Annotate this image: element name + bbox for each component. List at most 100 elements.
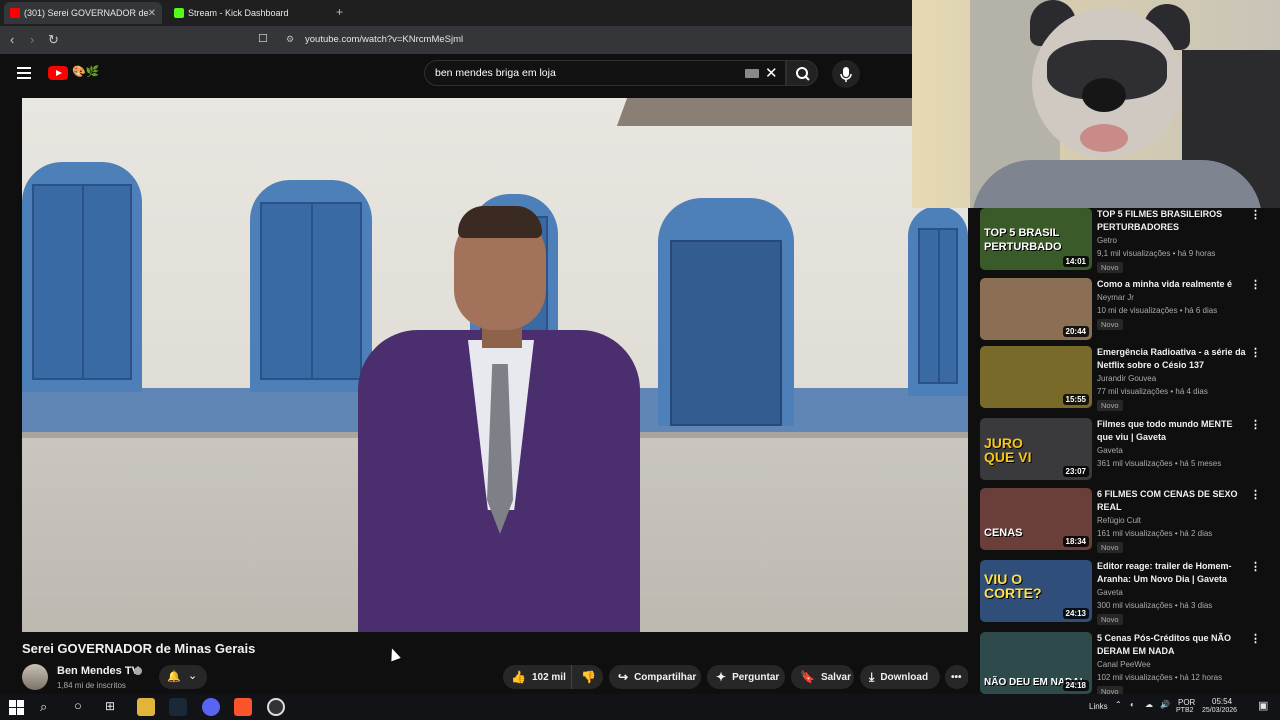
clock-time[interactable]: 05:54 — [1212, 697, 1232, 706]
cortana-icon[interactable]: ○ — [74, 698, 82, 713]
site-info-icon[interactable]: ⚙ — [286, 34, 294, 45]
video-scene-roof — [616, 98, 928, 126]
recommendation-item[interactable]: VIU O CORTE? 24:13 Editor reage: trailer… — [980, 560, 1270, 628]
video-thumbnail[interactable]: 15:55 — [980, 346, 1092, 408]
voice-search-button[interactable] — [832, 60, 860, 88]
channel-name[interactable]: Ben Mendes TV — [57, 665, 139, 677]
more-vert-icon[interactable]: ⋮ — [1250, 208, 1261, 221]
youtube-favicon-icon — [10, 8, 20, 18]
volume-icon[interactable]: 🔊 — [1160, 700, 1170, 709]
network-icon[interactable]: ◐ — [1130, 700, 1135, 709]
more-vert-icon[interactable]: ⋮ — [1250, 418, 1261, 431]
tray-chevron-icon[interactable]: ⌃ — [1115, 700, 1122, 709]
youtube-logo-icon[interactable] — [48, 66, 68, 80]
recommendation-title[interactable]: Editor reage: trailer de Homem-Aranha: U… — [1097, 560, 1247, 586]
more-vert-icon[interactable]: ⋮ — [1250, 278, 1261, 291]
recommendation-channel[interactable]: Refúgio Cult — [1097, 516, 1141, 525]
browser-nav-bar: ‹ › ↻ ☐ ⚙ youtube.com/watch?v=KNrcmMeSjm… — [0, 26, 912, 54]
recommendation-title[interactable]: 5 Cenas Pós-Créditos que NÃO DERAM EM NA… — [1097, 632, 1247, 658]
address-bar[interactable]: youtube.com/watch?v=KNrcmMeSjml — [305, 34, 463, 45]
new-tab-button[interactable]: + — [336, 5, 343, 19]
ask-button[interactable]: ✦ Perguntar — [707, 665, 785, 689]
clear-search-icon[interactable]: ✕ — [765, 64, 778, 82]
close-tab-icon[interactable]: ✕ — [148, 8, 156, 19]
dislike-button[interactable]: 👎 — [571, 665, 603, 689]
save-button[interactable]: 🔖 Salvar — [791, 665, 854, 689]
keyboard-layout[interactable]: PTB2 — [1176, 707, 1194, 714]
discord-icon[interactable] — [202, 698, 220, 716]
video-thumbnail[interactable]: JURO QUE VI 23:07 — [980, 418, 1092, 480]
recommendation-channel[interactable]: Jurandir Gouvea — [1097, 374, 1156, 383]
search-taskbar-icon[interactable]: ⌕ — [40, 699, 47, 715]
recommendation-title[interactable]: 6 FILMES COM CENAS DE SEXO REAL — [1097, 488, 1247, 514]
recommendation-title[interactable]: Emergência Radioativa - a série da Netfl… — [1097, 346, 1247, 372]
more-vert-icon[interactable]: ⋮ — [1250, 346, 1261, 359]
thumbnail-text: VIU O CORTE? — [984, 571, 1042, 601]
recommendation-item[interactable]: CENAS 18:34 6 FILMES COM CENAS DE SEXO R… — [980, 488, 1270, 556]
search-query: ben mendes briga em loja — [435, 67, 556, 79]
back-icon[interactable]: ‹ — [10, 32, 14, 47]
thumbnail-text: TOP 5 BRASIL PERTURBADO — [984, 227, 1062, 253]
obs-icon[interactable] — [267, 698, 285, 716]
share-button[interactable]: ↪ Compartilhar — [609, 665, 701, 689]
webcam-mask-nose — [1082, 78, 1126, 112]
video-thumbnail[interactable]: 20:44 — [980, 278, 1092, 340]
thumbnail-text: CENAS — [984, 527, 1023, 539]
recommendation-title[interactable]: Filmes que todo mundo MENTE que viu | Ga… — [1097, 418, 1247, 444]
video-thumbnail[interactable]: NÃO DEU EM NADA! 24:18 — [980, 632, 1092, 694]
forward-icon[interactable]: › — [30, 32, 34, 47]
video-scene-window — [250, 180, 372, 392]
sparkle-icon: ✦ — [716, 670, 727, 684]
file-explorer-icon[interactable] — [137, 698, 155, 716]
search-button[interactable] — [786, 60, 818, 86]
download-label: Download — [880, 671, 929, 683]
tab-kick[interactable]: Stream - Kick Dashboard — [168, 2, 326, 24]
task-view-icon[interactable]: ⊞ — [105, 699, 115, 713]
channel-avatar[interactable] — [22, 664, 48, 690]
recommendation-item[interactable]: TOP 5 BRASIL PERTURBADO 14:01 TOP 5 FILM… — [980, 208, 1270, 276]
recommendation-title[interactable]: TOP 5 FILMES BRASILEIROS PERTURBADORES — [1097, 208, 1247, 234]
keyboard-icon[interactable] — [745, 69, 759, 78]
subscribed-button[interactable]: 🔔 ⌄ — [159, 665, 207, 689]
language-indicator[interactable]: POR — [1178, 698, 1195, 707]
bookmark-icon[interactable]: ☐ — [258, 32, 268, 45]
steam-icon[interactable] — [169, 698, 187, 716]
brave-browser-icon[interactable] — [234, 698, 252, 716]
notifications-icon[interactable]: ▣ — [1258, 699, 1268, 712]
recommendation-item[interactable]: NÃO DEU EM NADA! 24:18 5 Cenas Pós-Crédi… — [980, 632, 1270, 694]
duration-badge: 15:55 — [1062, 394, 1089, 405]
windows-taskbar: ⌕ ○ ⊞ Links ⌃ ◐ ☁ 🔊 POR PTB2 05:54 25/03… — [0, 694, 1280, 720]
video-title: Serei GOVERNADOR de Minas Gerais — [22, 641, 256, 656]
windows-start-icon[interactable] — [7, 698, 25, 716]
duration-badge: 23:07 — [1062, 466, 1089, 477]
video-thumbnail[interactable]: VIU O CORTE? 24:13 — [980, 560, 1092, 622]
cloud-icon[interactable]: ☁ — [1145, 700, 1153, 709]
video-thumbnail[interactable]: TOP 5 BRASIL PERTURBADO 14:01 — [980, 208, 1092, 270]
new-badge: Novo — [1097, 262, 1123, 273]
recommendation-item[interactable]: JURO QUE VI 23:07 Filmes que todo mundo … — [980, 418, 1270, 486]
like-button[interactable]: 👍 102 mil — [503, 665, 571, 689]
more-vert-icon[interactable]: ⋮ — [1250, 632, 1261, 645]
links-toolbar[interactable]: Links — [1089, 702, 1108, 711]
video-player[interactable] — [22, 98, 968, 632]
recommendation-item[interactable]: 20:44 Como a minha vida realmente é Neym… — [980, 278, 1270, 346]
clock-date[interactable]: 25/03/2026 — [1202, 707, 1237, 714]
recommendation-channel[interactable]: Gaveta — [1097, 446, 1123, 455]
recommendation-title[interactable]: Como a minha vida realmente é — [1097, 278, 1247, 291]
more-vert-icon[interactable]: ⋮ — [1250, 560, 1261, 573]
search-input[interactable]: ben mendes briga em loja ✕ — [424, 60, 786, 86]
more-actions-button[interactable]: ••• — [945, 665, 969, 689]
tab-youtube[interactable]: (301) Serei GOVERNADOR de ✕ — [4, 2, 162, 24]
more-vert-icon[interactable]: ⋮ — [1250, 488, 1261, 501]
recommendation-channel[interactable]: Canal PeeWee — [1097, 660, 1151, 669]
recommendation-channel[interactable]: Gaveta — [1097, 588, 1123, 597]
recommendation-item[interactable]: 15:55 Emergência Radioativa - a série da… — [980, 346, 1270, 414]
reload-icon[interactable]: ↻ — [48, 32, 59, 48]
recommendation-channel[interactable]: Getro — [1097, 236, 1117, 245]
recommendation-channel[interactable]: Neymar Jr — [1097, 293, 1134, 302]
video-thumbnail[interactable]: CENAS 18:34 — [980, 488, 1092, 550]
menu-icon[interactable] — [17, 67, 31, 79]
webcam-person-shirt — [972, 160, 1262, 208]
download-button[interactable]: ⤓ Download — [860, 665, 940, 689]
webcam-overlay — [912, 0, 1280, 208]
